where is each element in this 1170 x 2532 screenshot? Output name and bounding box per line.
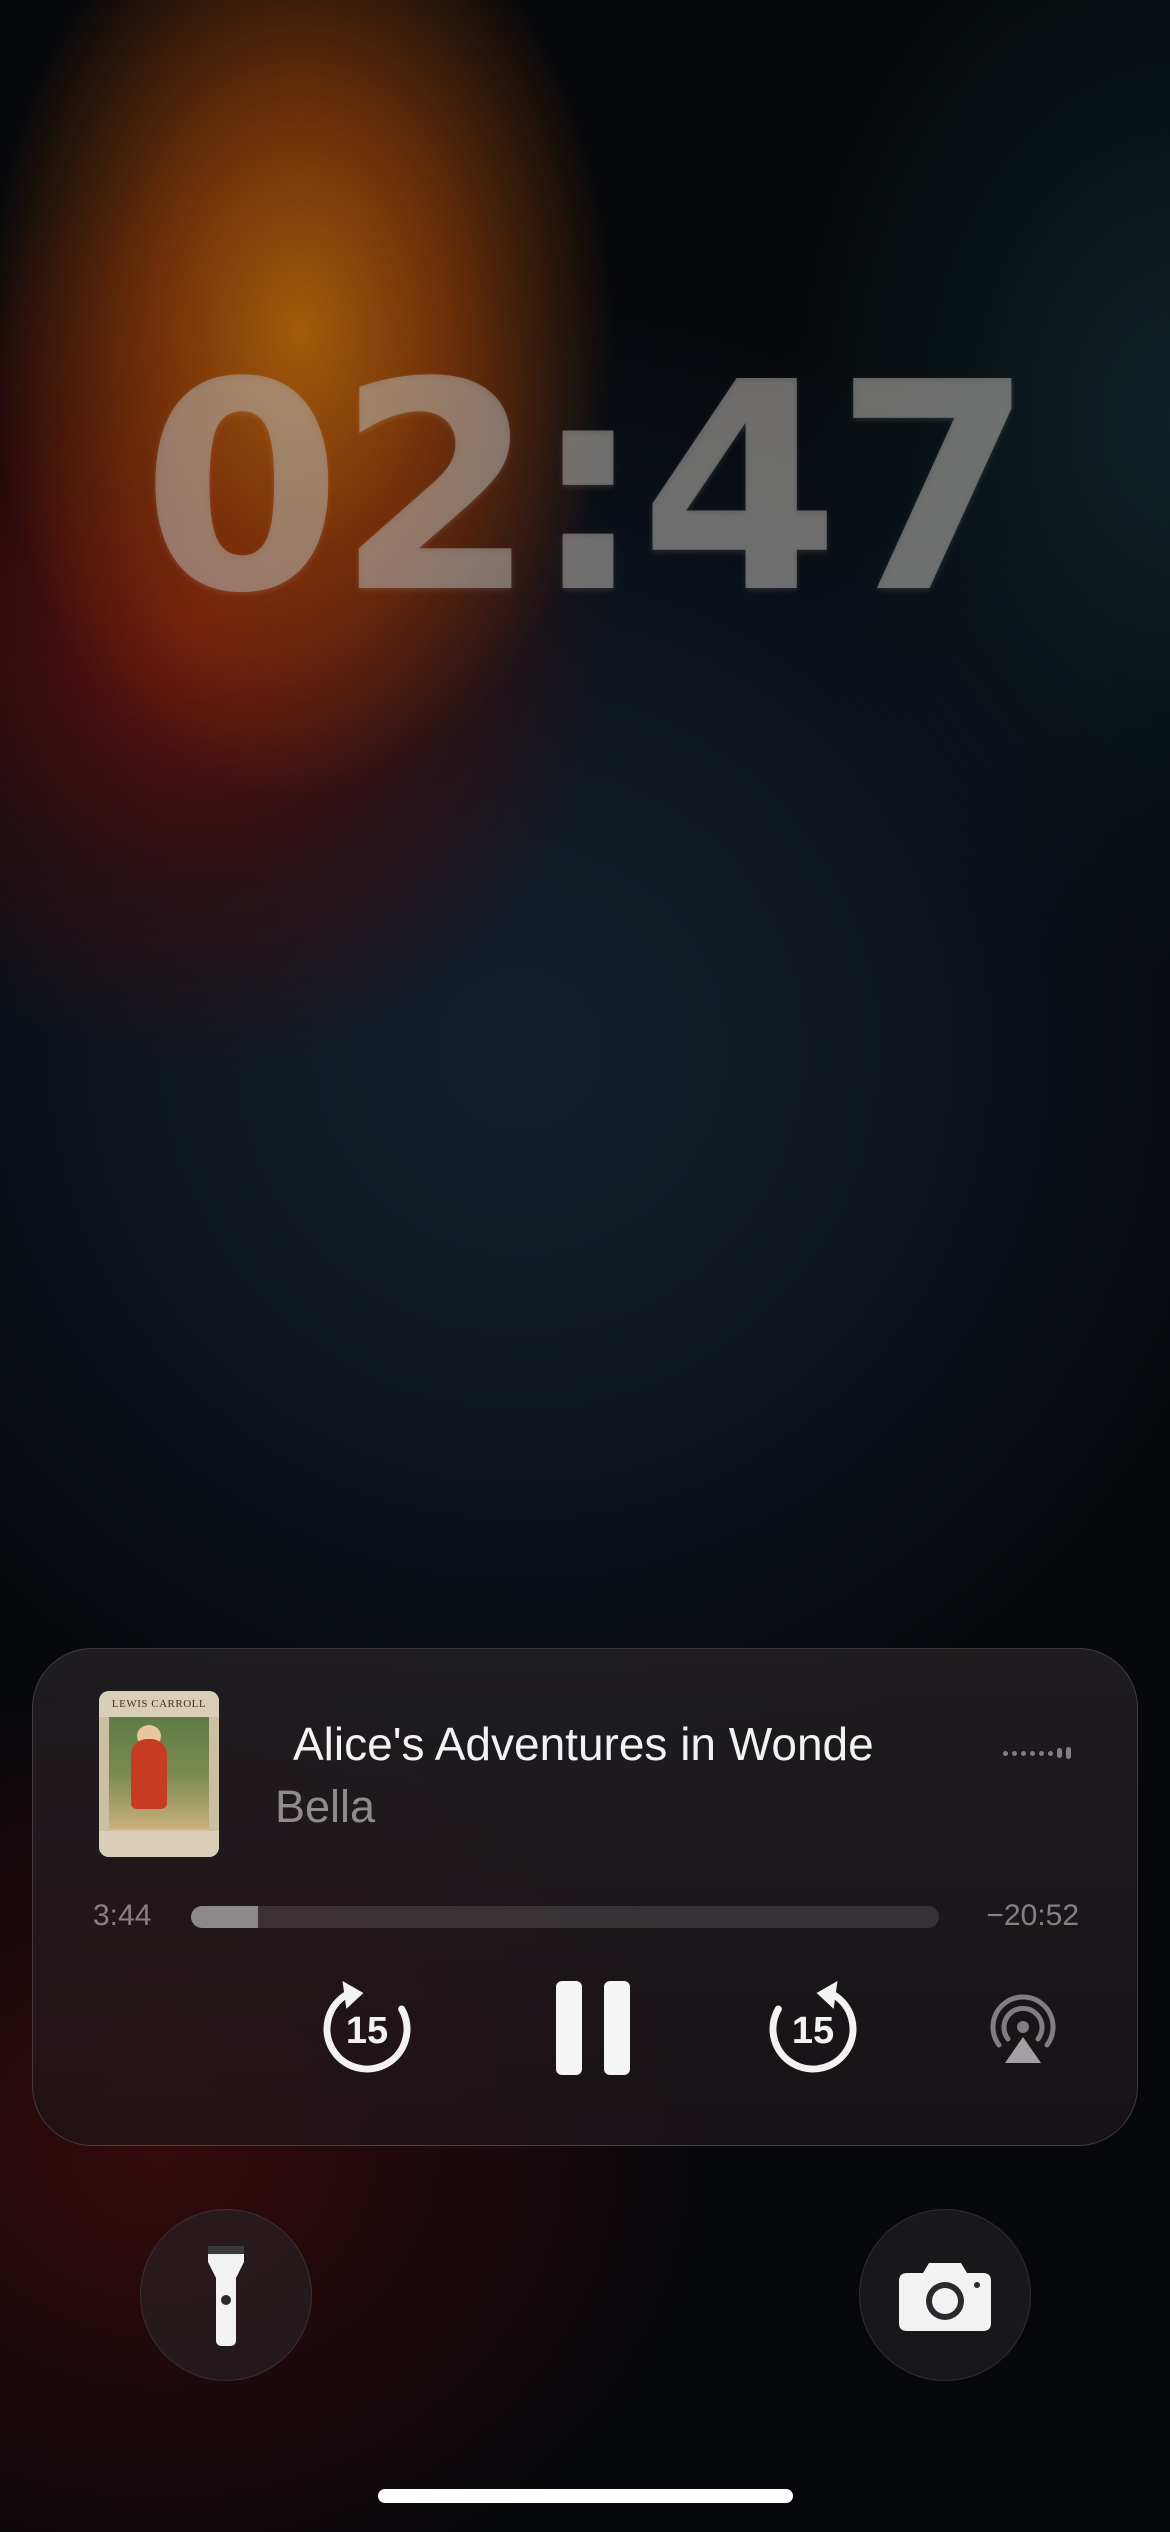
lock-screen: 02:47 LEWIS CARROLL Alice's Adventures i… [0,0,1170,2532]
skip-forward-15-icon: 15 [769,1981,857,2073]
lock-screen-clock: 02:47 [141,321,1035,656]
track-title: Alice's Adventures in Wonde [293,1718,874,1770]
home-indicator[interactable] [378,2489,793,2503]
airplay-button[interactable] [983,1991,1063,2071]
flashlight-button[interactable] [140,2209,312,2381]
airplay-audio-icon [990,1994,1056,2063]
skip-back-15-icon: 15 [323,1981,411,2073]
audio-output-waveform-icon [1003,1747,1071,1759]
camera-button[interactable] [859,2209,1031,2381]
skip-forward-button[interactable]: 15 [759,1975,867,2083]
elapsed-time: 3:44 [93,1899,152,1932]
skip-back-button[interactable]: 15 [313,1975,421,2083]
track-artist: Bella [275,1781,376,1832]
progress-fill [191,1906,259,1928]
flashlight-icon [208,2246,244,2346]
now-playing-widget[interactable]: LEWIS CARROLL Alice's Adventures in Wond… [32,1648,1138,2146]
skip-back-seconds: 15 [346,2010,388,2052]
album-artwork[interactable]: LEWIS CARROLL [99,1691,219,1857]
progress-scrubber[interactable] [191,1906,939,1928]
artwork-author-text: LEWIS CARROLL [99,1691,219,1717]
skip-forward-seconds: 15 [792,2010,834,2052]
remaining-time: −20:52 [986,1899,1079,1932]
pause-button[interactable] [538,1967,648,2089]
pause-icon [556,1981,630,2075]
camera-icon [899,2263,991,2331]
